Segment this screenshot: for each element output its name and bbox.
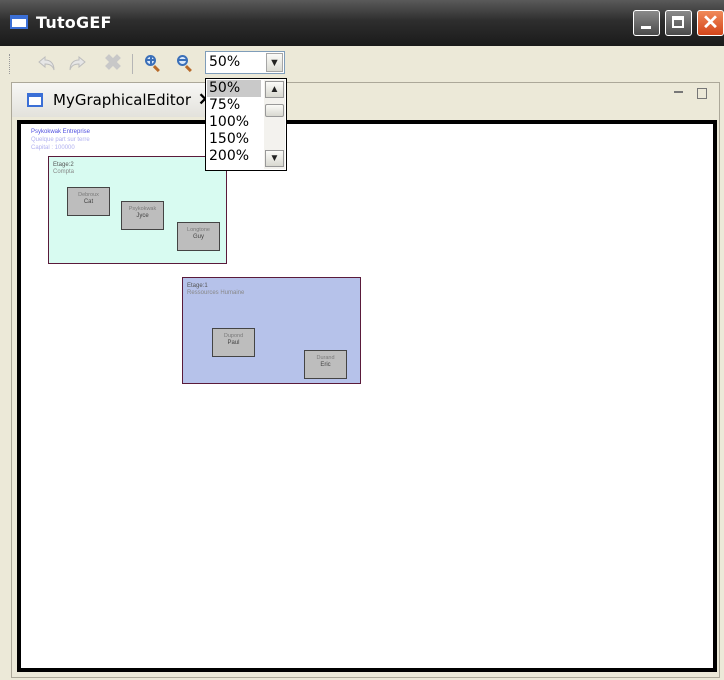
- service-ressources-humaine[interactable]: Etage:1 Ressources Humaine Dupond Paul D…: [182, 277, 361, 384]
- tab-label: MyGraphicalEditor: [53, 91, 191, 109]
- employe-nom: Longtone: [187, 227, 210, 233]
- scroll-up-icon[interactable]: ▲: [265, 81, 284, 98]
- redo-button[interactable]: [64, 51, 90, 75]
- employe-prenom: Jyce: [136, 213, 149, 219]
- zoom-out-button[interactable]: [172, 51, 198, 75]
- view-maximize-icon[interactable]: [697, 88, 707, 99]
- title-bar[interactable]: TutoGEF ✕: [0, 0, 724, 46]
- zoom-option-200[interactable]: 200%: [209, 148, 249, 165]
- employe-nom: Debroux: [78, 192, 99, 198]
- toolbar-separator: [132, 54, 133, 74]
- scroll-thumb[interactable]: [265, 104, 284, 117]
- employe-nom: Psykokwak: [128, 206, 157, 212]
- service-name: Ressources Humaine: [187, 290, 245, 296]
- service-etage: Etage:2: [53, 162, 74, 168]
- maximize-button[interactable]: [665, 10, 692, 36]
- employe-nom: Durand: [316, 355, 335, 361]
- scroll-down-icon[interactable]: ▼: [265, 150, 284, 167]
- employe-prenom: Eric: [320, 362, 331, 368]
- entreprise-name[interactable]: Psykokwak Entreprise: [31, 128, 90, 136]
- employe-prenom: Guy: [192, 234, 204, 240]
- dropdown-scrollbar[interactable]: ▲ ▼: [264, 80, 285, 169]
- employe-node[interactable]: Psykokwak Jyce: [121, 201, 164, 230]
- editor-icon: [27, 93, 43, 107]
- employe-node[interactable]: Debroux Cat: [67, 187, 110, 216]
- entreprise-address: Quelque part sur terre: [31, 137, 90, 143]
- minimize-button[interactable]: [633, 10, 660, 36]
- employe-prenom: Cat: [83, 199, 94, 205]
- service-etage: Etage:1: [187, 283, 208, 289]
- employe-node[interactable]: Durand Eric: [304, 350, 347, 379]
- employe-prenom: Paul: [227, 340, 240, 346]
- delete-icon: ✖: [103, 50, 123, 75]
- service-compta[interactable]: Etage:2 Compta Debroux Cat Psykokwak Jyc…: [48, 156, 227, 264]
- window-icon: [10, 15, 28, 29]
- undo-button[interactable]: [34, 51, 60, 75]
- service-name: Compta: [53, 169, 75, 175]
- zoom-combo[interactable]: 50% ▼: [205, 51, 285, 74]
- close-icon: ✕: [702, 12, 719, 34]
- employe-node[interactable]: Dupond Paul: [212, 328, 255, 357]
- zoom-option-150[interactable]: 150%: [209, 131, 249, 148]
- chevron-down-icon[interactable]: ▼: [266, 53, 283, 72]
- redo-icon: [69, 55, 86, 71]
- zoom-in-icon: [145, 55, 161, 73]
- zoom-out-icon: [177, 55, 193, 73]
- zoom-option-75[interactable]: 75%: [209, 97, 240, 114]
- zoom-dropdown-list[interactable]: 50% 75% 100% 150% 200% ▲ ▼: [205, 78, 287, 171]
- toolbar-grip[interactable]: [9, 54, 12, 74]
- entreprise-capital: Capital : 100000: [31, 145, 75, 151]
- zoom-combo-value: 50%: [209, 54, 241, 70]
- zoom-option-100[interactable]: 100%: [209, 114, 249, 131]
- zoom-option-50[interactable]: 50%: [207, 80, 261, 97]
- view-minimize-icon[interactable]: [674, 91, 683, 97]
- delete-button[interactable]: ✖: [100, 51, 126, 75]
- zoom-in-button[interactable]: [140, 51, 166, 75]
- close-button[interactable]: ✕: [697, 10, 724, 36]
- undo-icon: [38, 55, 55, 71]
- window-title: TutoGEF: [36, 13, 112, 32]
- employe-node[interactable]: Longtone Guy: [177, 222, 220, 251]
- employe-nom: Dupond: [223, 333, 244, 339]
- tab-mygraphicaleditor[interactable]: MyGraphicalEditor ✕: [12, 83, 212, 117]
- toolbar: ✖ 50% ▼: [0, 46, 724, 80]
